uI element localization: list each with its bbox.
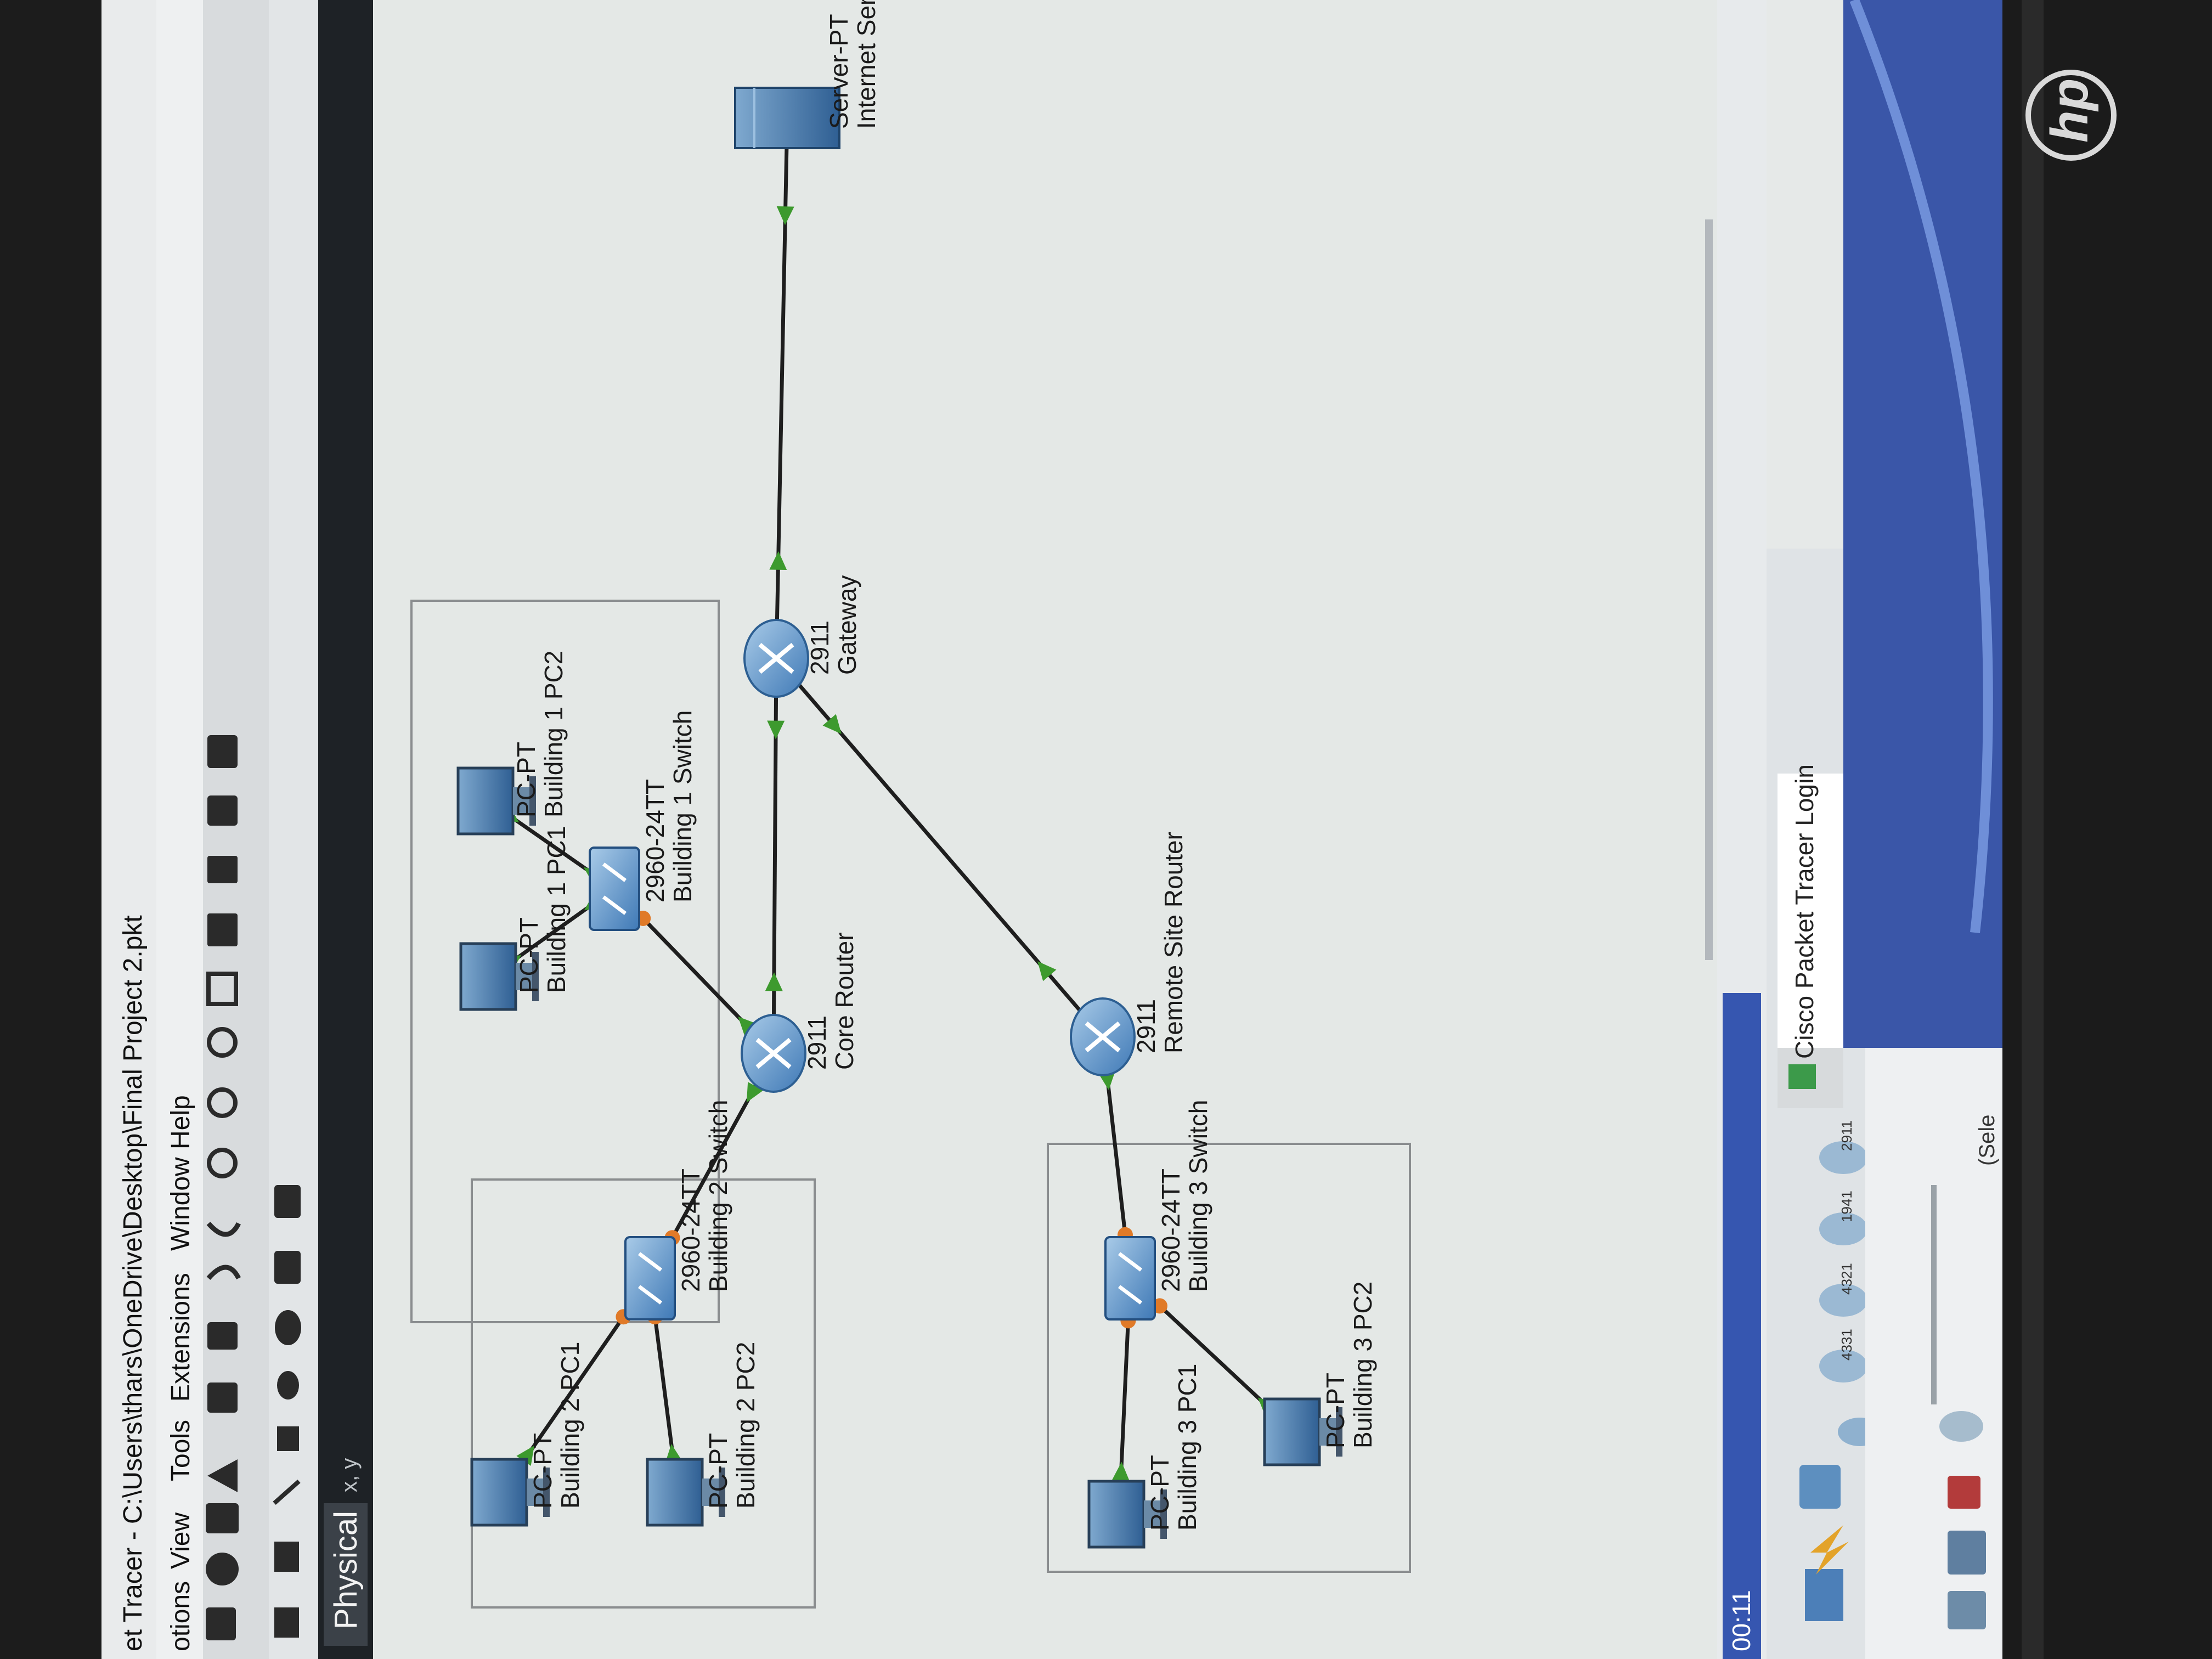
device-name-label: Building 3 Switch bbox=[1184, 1100, 1212, 1292]
device-model-label: 2960-24TT bbox=[641, 779, 669, 902]
switch-icon bbox=[1104, 1236, 1156, 1321]
menu-bar: otions View Tools Extensions Window Help bbox=[156, 0, 203, 1659]
server-icon bbox=[734, 87, 840, 149]
device-name-label: Building 1 PC2 bbox=[539, 651, 568, 817]
hp-logo-text: hp bbox=[2040, 78, 2099, 143]
router-icon bbox=[743, 619, 809, 698]
open-file-icon[interactable] bbox=[206, 1553, 239, 1585]
menu-item-view[interactable]: View bbox=[166, 1512, 195, 1569]
activity-wizard-icon[interactable] bbox=[207, 1383, 238, 1413]
cluster-icon[interactable] bbox=[207, 735, 238, 768]
menu-item-options[interactable]: otions bbox=[166, 1581, 195, 1651]
device-model-label: Server-PT bbox=[825, 14, 853, 129]
device-model-label: 2911 bbox=[805, 620, 834, 675]
custom-device-icon[interactable] bbox=[207, 913, 238, 946]
device-model-label: PC-PT bbox=[1146, 1455, 1174, 1531]
save-icon[interactable] bbox=[206, 1503, 239, 1533]
simulation-time: 00:11 bbox=[1727, 1590, 1756, 1651]
copy-icon[interactable] bbox=[207, 1322, 238, 1350]
device-name-label: Building 2 PC1 bbox=[556, 1342, 584, 1509]
viewport-icon[interactable] bbox=[207, 795, 238, 826]
device-name-label: Gateway bbox=[833, 575, 861, 675]
device-model-label: 2911 bbox=[803, 1015, 831, 1070]
freeform-icon[interactable] bbox=[275, 1310, 301, 1345]
coordinates-readout: x, y bbox=[337, 1458, 362, 1492]
device-name-label: Building 3 PC2 bbox=[1348, 1282, 1377, 1448]
title-bar: et Tracer - C:\Users\thars\OneDrive\Desk… bbox=[101, 0, 156, 1659]
menu-item-window[interactable]: Window bbox=[166, 1157, 195, 1251]
switch-icon bbox=[624, 1236, 676, 1321]
physical-tab-label: Physical bbox=[328, 1511, 364, 1629]
end-devices-icon[interactable] bbox=[1799, 1465, 1841, 1509]
new-file-icon[interactable] bbox=[206, 1607, 236, 1640]
device-name-label: Building 3 PC1 bbox=[1173, 1364, 1201, 1531]
model-label-4321: 4321 bbox=[1838, 1263, 1855, 1295]
model-label-2911: 2911 bbox=[1838, 1120, 1855, 1151]
device-name-label: Remote Site Router bbox=[1159, 832, 1188, 1053]
device-model-label: PC-PT bbox=[1321, 1373, 1350, 1448]
menu-item-extensions[interactable]: Extensions bbox=[166, 1273, 195, 1402]
menu-item-tools[interactable]: Tools bbox=[166, 1420, 195, 1481]
popup-title: Cisco Packet Tracer Login bbox=[1790, 764, 1819, 1059]
router-icon bbox=[1070, 997, 1136, 1076]
select-tool-icon[interactable] bbox=[274, 1607, 299, 1638]
router-icon bbox=[741, 1014, 806, 1093]
device-name-label: Building 2 PC2 bbox=[731, 1342, 760, 1509]
draw-rectangle-icon[interactable] bbox=[277, 1426, 299, 1451]
device-model-label: 2960-24TT bbox=[676, 1169, 705, 1292]
delete-icon[interactable] bbox=[274, 1251, 301, 1284]
hub-icon[interactable] bbox=[1948, 1591, 1986, 1629]
select-device-hint: (Sele bbox=[1975, 1115, 1999, 1166]
window-title: et Tracer - C:\Users\thars\OneDrive\Desk… bbox=[119, 915, 148, 1651]
device-model-label: 2911 bbox=[1132, 999, 1160, 1053]
device-model-label: PC-PT bbox=[515, 917, 543, 993]
device-name-label: Building 1 Switch bbox=[668, 710, 697, 902]
network-devices-icon[interactable] bbox=[1805, 1569, 1843, 1621]
wireless-icon[interactable] bbox=[1948, 1531, 1986, 1575]
packet-tracer-logo-icon bbox=[1788, 1064, 1816, 1089]
model-label-4331: 4331 bbox=[1838, 1329, 1855, 1361]
menu-item-help[interactable]: Help bbox=[166, 1095, 195, 1149]
model-label-1941: 1941 bbox=[1838, 1190, 1855, 1222]
device-model-label: 2960-24TT bbox=[1156, 1169, 1185, 1292]
device-name-label: Building 1 PC1 bbox=[542, 826, 571, 993]
device-model-label: PC-PT bbox=[704, 1433, 732, 1509]
laptop-bezel: hp bbox=[2002, 0, 2212, 1659]
drawing-toolbar bbox=[269, 0, 318, 1659]
device-name-label: Internet Server bbox=[852, 0, 881, 129]
network-info-icon[interactable] bbox=[207, 856, 238, 883]
device-name-label: Building 2 Switch bbox=[704, 1100, 732, 1292]
device-name-label: Core Router bbox=[830, 932, 859, 1070]
main-toolbar bbox=[203, 0, 269, 1659]
security-icon[interactable] bbox=[1948, 1476, 1980, 1509]
inspect-tool-icon[interactable] bbox=[274, 1542, 299, 1572]
switch-icon bbox=[589, 847, 640, 931]
device-model-label: PC-PT bbox=[512, 742, 540, 817]
resize-icon[interactable] bbox=[274, 1185, 301, 1218]
device-model-label: PC-PT bbox=[528, 1433, 557, 1509]
wan-emulation-icon[interactable] bbox=[1939, 1411, 1983, 1442]
draw-ellipse-icon[interactable] bbox=[277, 1371, 299, 1400]
workspace-mode-bar: Physical x, y bbox=[318, 0, 373, 1659]
